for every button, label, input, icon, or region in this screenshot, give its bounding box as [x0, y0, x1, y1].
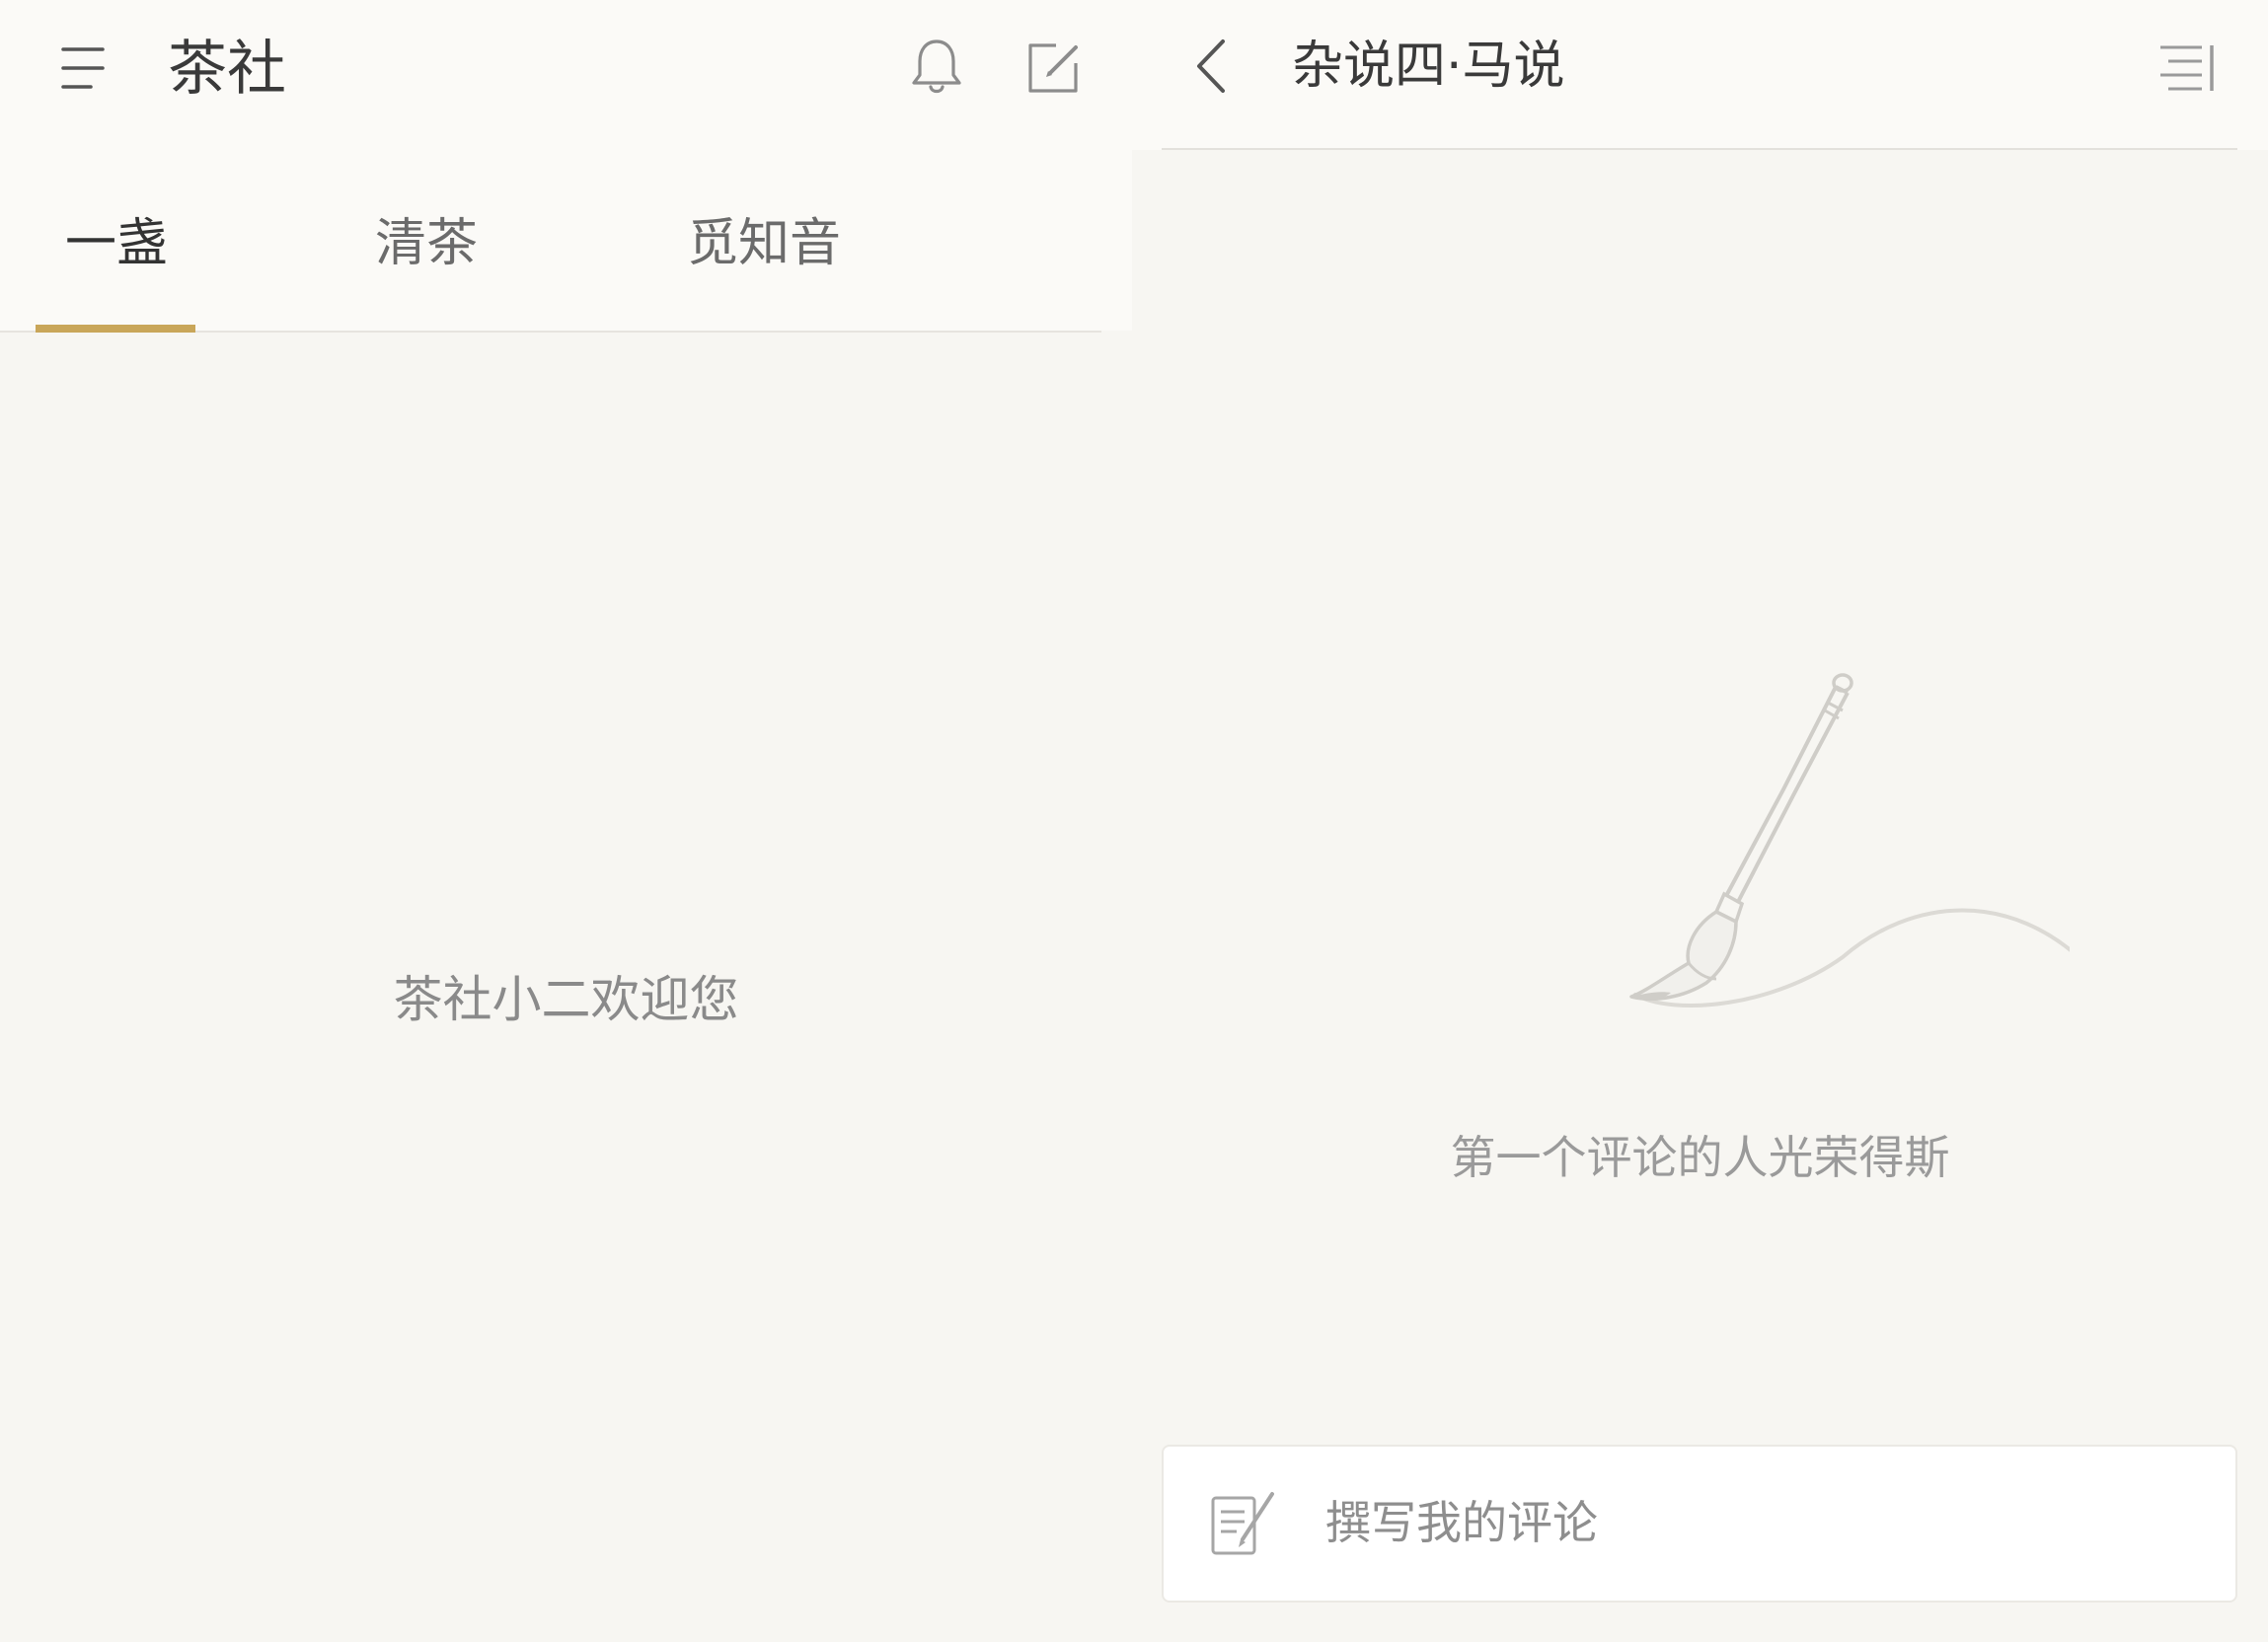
- header-divider: [1162, 148, 2237, 150]
- chevron-left-icon[interactable]: [1191, 37, 1231, 95]
- outline-icon[interactable]: [2158, 43, 2218, 93]
- compose-icon[interactable]: [1026, 41, 1080, 95]
- comment-placeholder: 撰写我的评论: [1325, 1496, 1598, 1549]
- tab-yizhan[interactable]: 一盏: [65, 209, 168, 278]
- article-header: 杂说四·马说: [1132, 0, 2268, 150]
- tab-bar: 一盏 清茶 觅知音: [0, 197, 1101, 333]
- edit-note-icon: [1211, 1492, 1274, 1555]
- bell-icon[interactable]: [910, 37, 963, 97]
- comment-input[interactable]: 撰写我的评论: [1162, 1445, 2237, 1603]
- header: 茶社 一盏 清茶 觅知音: [0, 0, 1132, 333]
- page-title: 茶社: [168, 35, 286, 104]
- comments-panel: 杂说四·马说 第一个评论的人光荣得斯 撰写我的评论: [1132, 0, 2268, 1642]
- welcome-message: 茶社小二欢迎您: [393, 971, 739, 1028]
- article-title: 杂说四·马说: [1292, 37, 1565, 96]
- active-tab-indicator: [36, 325, 195, 333]
- brush-icon: [1629, 673, 2070, 1008]
- tea-house-panel: 茶社 一盏 清茶 觅知音 茶社小二欢迎您: [0, 0, 1132, 1642]
- menu-icon[interactable]: [61, 45, 105, 91]
- tab-mizhiyin[interactable]: 觅知音: [687, 209, 841, 278]
- empty-state-message: 第一个评论的人光荣得斯: [1450, 1131, 1950, 1184]
- tab-qingcha[interactable]: 清茶: [375, 209, 478, 278]
